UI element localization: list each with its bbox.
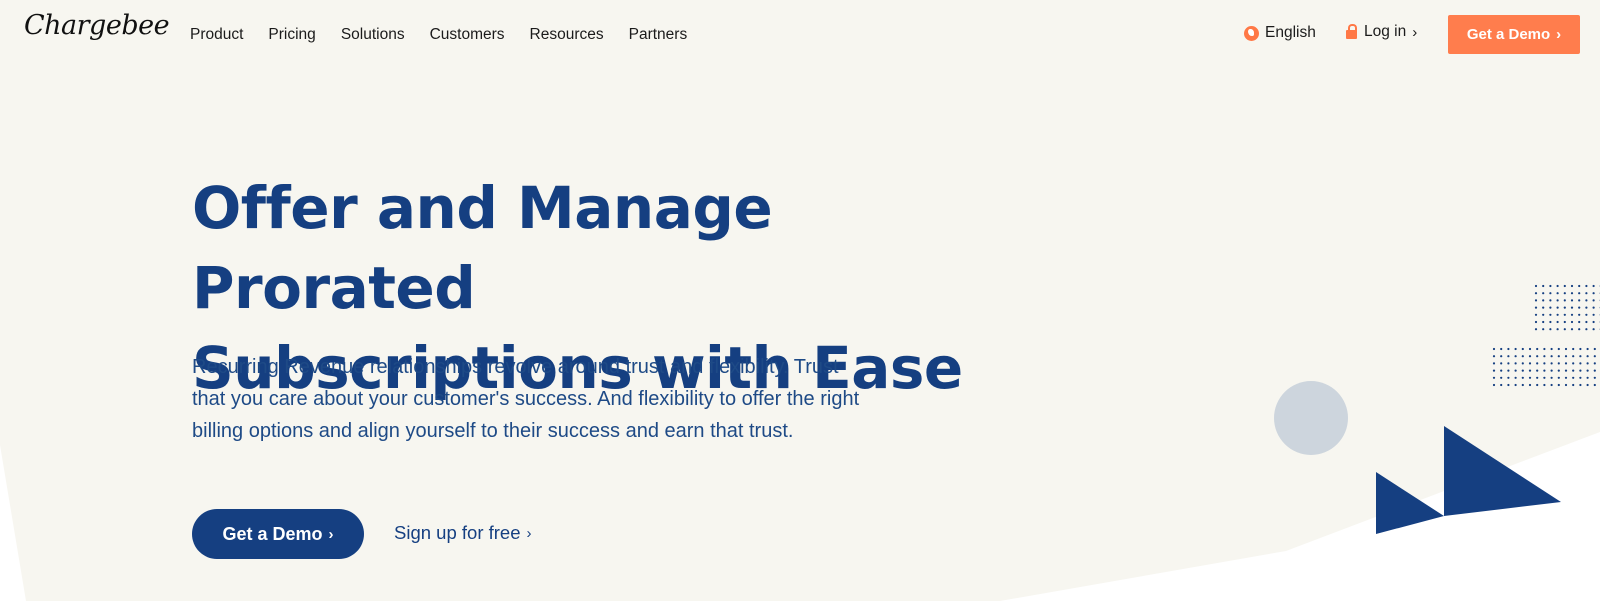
chargebee-logo[interactable]: Chargebee	[24, 10, 170, 41]
hero-title-line-1: Offer and Manage Prorated	[192, 174, 773, 322]
sign-up-free-link[interactable]: Sign up for free ›	[394, 522, 532, 544]
chevron-right-icon: ›	[526, 524, 532, 542]
hero-get-demo-button[interactable]: Get a Demo ›	[192, 509, 364, 559]
nav-partners[interactable]: Partners	[629, 24, 688, 46]
site-header: Chargebee Product Pricing Solutions Cust…	[0, 0, 1600, 70]
nav-solutions[interactable]: Solutions	[341, 24, 405, 46]
hero-demo-label: Get a Demo	[222, 523, 323, 544]
chevron-right-icon: ›	[328, 525, 334, 543]
language-selector[interactable]: English	[1244, 24, 1316, 42]
sign-up-label: Sign up for free	[394, 522, 521, 543]
header-get-demo-button[interactable]: Get a Demo ›	[1448, 15, 1580, 54]
chevron-right-icon: ›	[1556, 26, 1562, 43]
lock-icon	[1346, 24, 1357, 39]
chevron-right-icon: ›	[1412, 23, 1418, 41]
login-link[interactable]: Log in ›	[1346, 23, 1417, 41]
hero-description: Recurring Revenue relationships revolve …	[192, 356, 860, 442]
nav-resources[interactable]: Resources	[530, 24, 604, 46]
login-label: Log in	[1364, 23, 1407, 40]
decorative-circle	[1274, 381, 1348, 455]
globe-icon	[1244, 25, 1259, 41]
nav-pricing[interactable]: Pricing	[268, 24, 315, 46]
nav-customers[interactable]: Customers	[430, 24, 505, 46]
nav-product[interactable]: Product	[190, 24, 243, 46]
header-demo-label: Get a Demo	[1466, 26, 1551, 43]
language-label: English	[1265, 24, 1316, 41]
main-nav: Product Pricing Solutions Customers Reso…	[190, 24, 712, 46]
